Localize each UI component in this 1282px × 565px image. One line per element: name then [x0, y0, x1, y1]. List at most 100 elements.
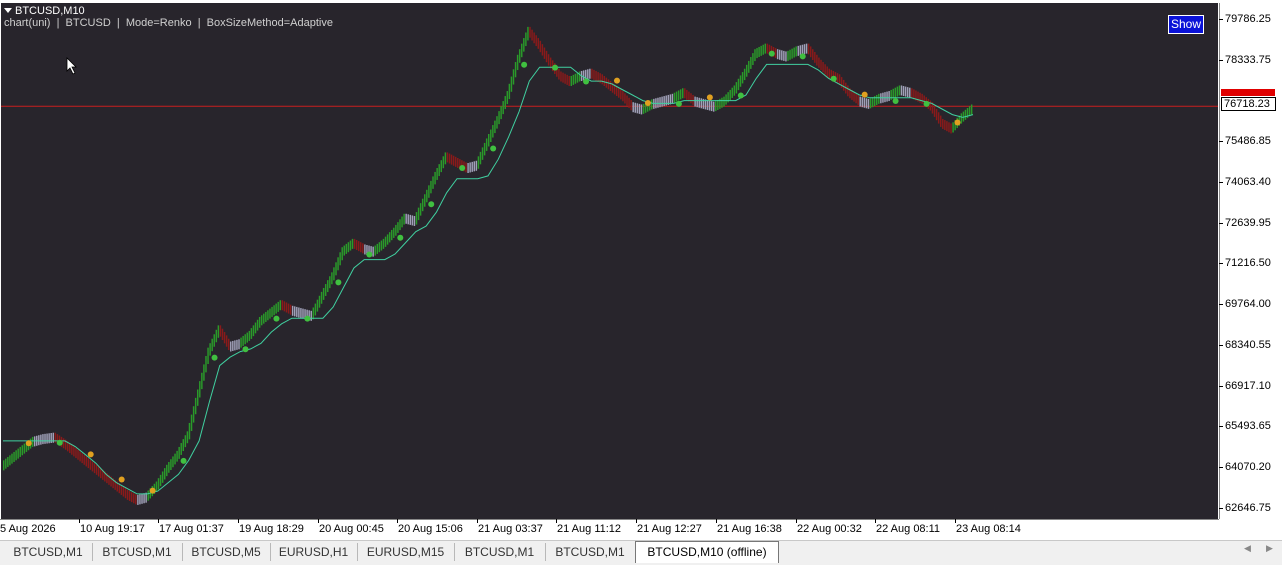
price-tick: 72639.95	[1219, 217, 1271, 229]
show-button[interactable]: Show	[1168, 15, 1204, 34]
renko-brick	[168, 462, 170, 473]
price-axis[interactable]: 79786.25 78333.75 75486.85 74063.40 72639.95…	[1219, 3, 1282, 519]
renko-brick	[205, 356, 207, 373]
buy-signal-marker	[211, 354, 218, 361]
renko-brick	[871, 97, 874, 108]
renko-brick	[172, 456, 174, 468]
renko-brick	[178, 446, 180, 459]
renko-brick	[124, 488, 127, 499]
chart-plot-area[interactable]	[1, 3, 1218, 519]
renko-brick	[929, 100, 932, 111]
renko-brick	[756, 48, 758, 59]
renko-brick	[822, 62, 824, 73]
renko-brick	[15, 450, 17, 461]
renko-brick	[452, 155, 455, 166]
renko-brick	[793, 47, 795, 58]
tab-scroll-left-icon[interactable]: ◀	[1244, 543, 1251, 554]
renko-brick	[137, 494, 139, 505]
chart-tab[interactable]: BTCUSD,M10 (offline)	[635, 541, 779, 563]
renko-brick	[620, 89, 622, 100]
renko-brick	[857, 94, 859, 105]
renko-brick	[708, 100, 711, 111]
buy-signal-marker	[335, 279, 342, 286]
renko-brick	[642, 103, 645, 114]
renko-brick	[197, 389, 199, 406]
renko-brick	[213, 334, 215, 347]
renko-brick	[820, 59, 822, 71]
renko-brick	[679, 89, 682, 100]
renko-brick	[651, 99, 653, 110]
renko-brick	[677, 90, 680, 101]
renko-brick	[331, 272, 333, 285]
collapse-triangle-icon[interactable]	[4, 8, 12, 13]
renko-brick	[492, 125, 494, 138]
chart-tab[interactable]: EURUSD,H1	[270, 543, 358, 561]
renko-brick	[353, 238, 356, 249]
time-axis[interactable]: 5 Aug 2026 10 Aug 19:17 17 Aug 01:37 19 Aug…	[0, 519, 1219, 541]
chart-tab[interactable]: BTCUSD,M1	[545, 543, 636, 561]
sell-signal-marker	[87, 451, 94, 458]
renko-brick	[733, 85, 736, 96]
renko-brick	[547, 54, 550, 66]
renko-brick	[638, 103, 641, 114]
renko-brick	[533, 32, 535, 44]
renko-brick	[393, 227, 395, 238]
renko-brick	[618, 87, 620, 98]
renko-brick	[814, 51, 816, 63]
renko-brick	[397, 222, 399, 233]
chart-tab[interactable]: BTCUSD,M5	[182, 543, 271, 561]
renko-brick	[490, 129, 492, 142]
renko-brick	[419, 203, 422, 216]
renko-brick	[865, 98, 868, 109]
time-tick: 21 Aug 12:27	[636, 519, 702, 535]
renko-brick	[599, 73, 601, 84]
renko-brick	[510, 76, 513, 92]
renko-brick	[395, 224, 397, 236]
renko-brick	[498, 111, 500, 125]
renko-brick	[357, 241, 360, 252]
renko-brick	[698, 97, 700, 108]
renko-brick	[475, 160, 478, 171]
renko-brick	[267, 310, 269, 321]
renko-brick	[5, 458, 7, 469]
renko-brick	[692, 94, 694, 105]
renko-brick	[523, 38, 525, 52]
renko-brick	[939, 115, 942, 127]
renko-brick	[640, 104, 643, 115]
renko-brick	[836, 73, 839, 84]
chart-tab[interactable]: EURUSD,M15	[357, 543, 455, 561]
renko-brick	[737, 78, 740, 91]
renko-brick	[473, 161, 476, 172]
renko-brick	[46, 433, 48, 444]
renko-brick	[79, 451, 81, 462]
chart-tab[interactable]: BTCUSD,M1	[4, 543, 93, 561]
renko-brick	[781, 50, 783, 61]
renko-brick	[339, 252, 341, 266]
renko-brick	[316, 299, 319, 312]
renko-brick	[477, 156, 480, 169]
renko-brick	[413, 215, 416, 226]
renko-brick	[21, 445, 24, 456]
renko-brick	[886, 91, 888, 102]
renko-brick	[682, 88, 684, 99]
chart-tab[interactable]: BTCUSD,M1	[454, 543, 546, 561]
renko-brick	[271, 306, 273, 317]
renko-brick	[508, 83, 511, 100]
renko-brick	[502, 101, 504, 115]
time-tick: 22 Aug 00:32	[796, 519, 862, 535]
renko-brick	[159, 474, 162, 487]
renko-brick	[896, 86, 899, 97]
tab-scroll-right-icon[interactable]: ▶	[1266, 543, 1273, 554]
renko-brick	[380, 240, 383, 251]
renko-brick	[219, 325, 222, 337]
renko-brick	[628, 97, 630, 108]
renko-brick	[300, 308, 302, 319]
trailing-line	[3, 63, 974, 495]
renko-brick	[807, 43, 810, 55]
chart-tab[interactable]: BTCUSD,M1	[92, 543, 183, 561]
renko-brick	[809, 46, 812, 58]
renko-brick	[225, 335, 228, 347]
renko-brick	[44, 433, 46, 444]
renko-brick	[686, 89, 688, 100]
renko-brick	[223, 332, 226, 344]
